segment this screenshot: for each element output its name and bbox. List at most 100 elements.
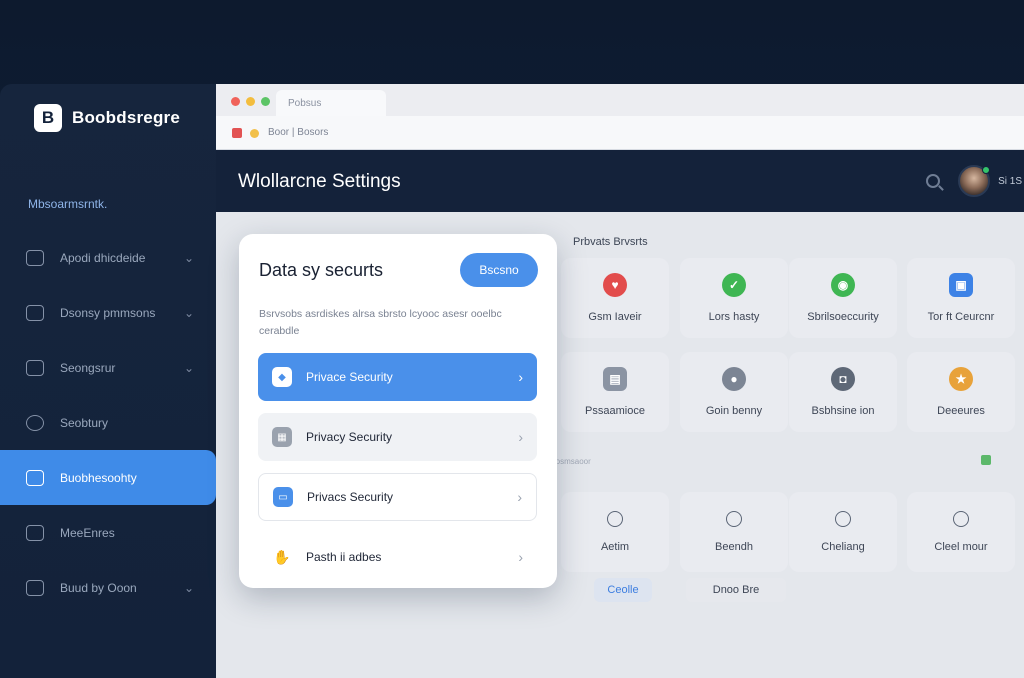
tile-label: Deeeures <box>937 405 985 417</box>
settings-tile[interactable]: ◉ Sbrilsoeccurity <box>789 258 897 338</box>
settings-tile[interactable]: ★ Deeeures <box>907 352 1015 432</box>
option-item-3[interactable]: ▭ Privacs Security › <box>258 473 537 521</box>
tile-label: Cheliang <box>821 541 865 553</box>
sidebar: B Boobdsregre Mbsoarmsrntk. Apodi dhicde… <box>0 84 216 678</box>
status-badge <box>981 455 991 465</box>
settings-tile[interactable]: ✓ Lors hasty <box>680 258 788 338</box>
settings-tile[interactable]: ▤ Pssaamioce <box>561 352 669 432</box>
lock-icon <box>26 469 44 486</box>
option-item-2[interactable]: ▦ Privacy Security › <box>258 413 537 461</box>
brand-logo-icon: B <box>34 104 62 132</box>
sidebar-item-label: Apodi dhicdeide <box>60 250 146 265</box>
sidebar-item-7[interactable]: Buud by Ooon ⌄ <box>0 560 216 615</box>
globe-icon: ◉ <box>831 273 855 297</box>
option-label: Privacy Security <box>306 430 393 444</box>
tile-label: Bsbhsine ion <box>811 405 875 417</box>
window-icon <box>26 359 44 376</box>
hand-icon <box>835 511 851 527</box>
address-url[interactable]: Boor | Bosors <box>268 127 328 138</box>
secure-icon <box>250 128 259 138</box>
pill-right-button[interactable]: Dnoo Bre <box>686 578 786 602</box>
tile-label: Pssaamioce <box>585 405 645 417</box>
sidebar-item-4[interactable]: Seobtury <box>0 395 216 450</box>
settings-tile[interactable]: Cheliang <box>789 492 897 572</box>
tile-label: Beendh <box>715 541 753 553</box>
settings-tile[interactable]: Aetim <box>561 492 669 572</box>
tile-label: Aetim <box>600 541 630 553</box>
settings-tile[interactable]: Cleel mour <box>907 492 1015 572</box>
bag-icon <box>953 511 969 527</box>
option-item-4[interactable]: ✋ Pasth ii adbes › <box>258 533 537 581</box>
maximize-window-icon[interactable] <box>261 97 270 106</box>
address-bar[interactable]: Boor | Bosors <box>216 116 1024 150</box>
page-title: Wlollarcne Settings <box>238 171 401 192</box>
pill-left-button[interactable]: Ceolle <box>594 578 652 602</box>
person-icon: ● <box>722 367 746 391</box>
chevron-right-icon: › <box>517 489 522 505</box>
star-icon: ★ <box>949 367 973 391</box>
settings-tile[interactable]: Beendh <box>680 492 788 572</box>
site-icon <box>232 128 242 138</box>
card-action-button[interactable]: Bscsno <box>460 253 538 287</box>
tile-label: Gsm Iaveir <box>588 311 642 323</box>
user-initials: Si 1S <box>998 176 1022 187</box>
sidebar-item-label: Buobhesoohty <box>60 470 137 485</box>
chevron-down-icon: ⌄ <box>183 360 194 375</box>
sidebar-item-label: Seongsrur <box>60 360 116 375</box>
data-security-card: Data sy securts Bscsno Bsrvsobs asrdiske… <box>239 234 557 588</box>
sidebar-item-label: MeeEnres <box>60 525 115 540</box>
close-window-icon[interactable] <box>231 97 240 106</box>
settings-tile[interactable]: ▣ Tor ft Ceurcnr <box>907 258 1015 338</box>
section-title: Prbvats Brvsrts <box>573 236 648 248</box>
sidebar-item-1[interactable]: Apodi dhicdeide ⌄ <box>0 230 216 285</box>
settings-tile[interactable]: ◘ Bsbhsine ion <box>789 352 897 432</box>
grid-icon: ▦ <box>272 427 292 447</box>
settings-tile[interactable]: ♥ Gsm Iaveir <box>561 258 669 338</box>
shield-icon: ◆ <box>272 367 292 387</box>
section-caption: rosmsaoor <box>553 457 591 466</box>
book-icon <box>26 524 44 541</box>
tile-label: Goin benny <box>705 405 763 417</box>
sidebar-item-3[interactable]: Seongsrur ⌄ <box>0 340 216 395</box>
shield-check-icon: ✓ <box>722 273 746 297</box>
card-description: Bsrvsobs asrdiskes alrsa sbrsto lcyooc a… <box>259 308 502 337</box>
search-icon[interactable] <box>926 174 940 188</box>
option-item-1[interactable]: ◆ Privace Security › <box>258 353 537 401</box>
chevron-right-icon: › <box>518 369 523 385</box>
option-label: Pasth ii adbes <box>306 550 382 564</box>
window-controls <box>231 97 270 106</box>
sidebar-nav: Apodi dhicdeide ⌄ Dsonsy pmmsons ⌄ Seong… <box>0 230 216 615</box>
settings-tile[interactable]: ● Goin benny <box>680 352 788 432</box>
camera-icon: ◘ <box>831 367 855 391</box>
chevron-down-icon: ⌄ <box>183 250 194 265</box>
chart-icon <box>26 304 44 321</box>
sidebar-item-label: Seobtury <box>60 415 109 430</box>
tab-bar: Pobsus <box>216 84 1024 116</box>
address-icons <box>232 128 259 138</box>
minimize-window-icon[interactable] <box>246 97 255 106</box>
message-icon: ▤ <box>603 367 627 391</box>
mail-icon <box>26 249 44 266</box>
option-label: Privace Security <box>306 370 393 384</box>
chevron-down-icon: ⌄ <box>183 580 194 595</box>
shield-icon <box>26 579 44 596</box>
chevron-down-icon: ⌄ <box>183 305 194 320</box>
brand-name: Boobdsregre <box>72 108 180 127</box>
option-label: Privacs Security <box>307 490 394 504</box>
sidebar-item-5[interactable]: Buobhesoohty <box>0 450 216 505</box>
sidebar-item-6[interactable]: MeeEnres <box>0 505 216 560</box>
sidebar-item-2[interactable]: Dsonsy pmmsons ⌄ <box>0 285 216 340</box>
brand[interactable]: B Boobdsregre <box>34 104 180 132</box>
card-title: Data sy securts <box>259 260 384 280</box>
browser-tab[interactable]: Pobsus <box>276 90 386 116</box>
id-card-icon: ▭ <box>273 487 293 507</box>
tile-label: Lors hasty <box>708 311 760 323</box>
sidebar-item-label: Buud by Ooon <box>60 580 137 595</box>
tile-label: Sbrilsoeccurity <box>807 311 879 323</box>
workspace-label[interactable]: Mbsoarmsrntk. <box>28 197 107 211</box>
online-status-icon <box>982 166 990 174</box>
tile-label: Tor ft Ceurcnr <box>927 311 995 323</box>
circle-icon <box>726 511 742 527</box>
chevron-right-icon: › <box>518 429 523 445</box>
heart-icon: ♥ <box>603 273 627 297</box>
